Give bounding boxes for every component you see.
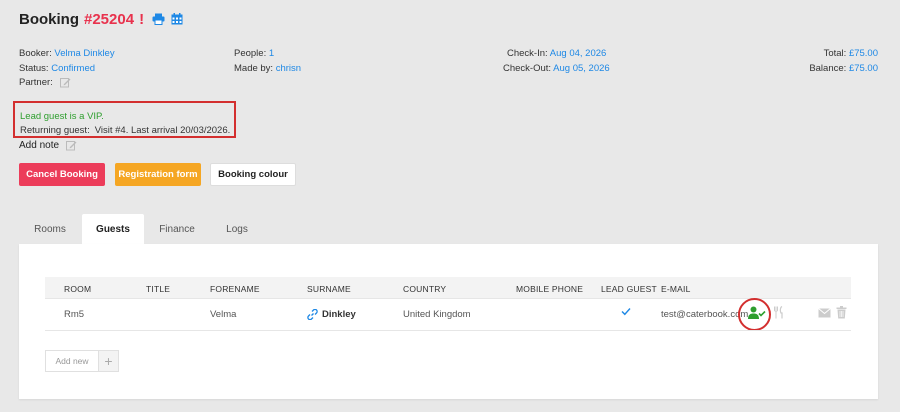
- add-note[interactable]: Add note: [19, 140, 77, 151]
- guest-room: Rm5: [64, 309, 85, 320]
- column-header-surname: SURNAME: [307, 284, 351, 294]
- column-header-forename: FORENAME: [210, 284, 260, 294]
- column-header-title: TITLE: [146, 284, 171, 294]
- column-header-room: ROOM: [64, 284, 92, 294]
- made-by-link[interactable]: chrisn: [276, 63, 301, 74]
- people-info: People: 1: [234, 48, 275, 59]
- page-title: Booking #25204 !: [19, 9, 183, 29]
- trash-icon[interactable]: [836, 306, 847, 322]
- booking-number: #25204: [84, 10, 135, 28]
- returning-guest-info: Returning guest: Visit #4. Last arrival 2…: [20, 125, 231, 136]
- dietary-icon[interactable]: [773, 305, 785, 322]
- guest-email[interactable]: test@caterbook.com: [661, 309, 748, 320]
- edit-note-icon[interactable]: [66, 140, 77, 151]
- column-header-lead-guest: LEAD GUEST: [601, 284, 657, 294]
- page-title-text: Booking: [19, 10, 79, 28]
- vip-notice: Lead guest is a VIP.: [20, 111, 104, 122]
- cancel-booking-button[interactable]: Cancel Booking: [19, 163, 105, 186]
- booker-link[interactable]: Velma Dinkley: [54, 48, 114, 59]
- column-header-country: COUNTRY: [403, 284, 447, 294]
- total-info: Total: £75.00: [823, 48, 878, 59]
- booker-info: Booker: Velma Dinkley: [19, 48, 115, 59]
- tab-logs[interactable]: Logs: [206, 214, 268, 244]
- status-info: Status: Confirmed: [19, 63, 96, 74]
- print-icon[interactable]: [152, 13, 165, 25]
- column-header-email: E-MAIL: [661, 284, 691, 294]
- total-amount[interactable]: £75.00: [849, 48, 878, 59]
- status-link[interactable]: Confirmed: [51, 63, 95, 74]
- balance-amount[interactable]: £75.00: [849, 63, 878, 74]
- lead-guest-check-icon: [621, 307, 631, 319]
- column-header-mobile: MOBILE PHONE: [516, 284, 584, 294]
- email-icon[interactable]: [818, 308, 831, 321]
- edit-partner-icon[interactable]: [59, 77, 71, 88]
- tab-finance[interactable]: Finance: [146, 214, 208, 244]
- link-icon[interactable]: [307, 309, 318, 320]
- guest-surname: Dinkley: [322, 309, 356, 320]
- balance-info: Balance: £75.00: [809, 63, 878, 74]
- add-guest-button[interactable]: +: [98, 350, 119, 372]
- booking-colour-button[interactable]: Booking colour: [210, 163, 296, 186]
- people-count[interactable]: 1: [269, 48, 274, 59]
- calendar-icon[interactable]: [171, 13, 183, 25]
- made-by-info: Made by: chrisn: [234, 63, 302, 74]
- checkin-info: Check-In: Aug 04, 2026: [507, 48, 607, 59]
- guest-surname-cell[interactable]: Dinkley: [307, 309, 356, 320]
- alert-mark: !: [139, 10, 145, 28]
- header-divider: [45, 298, 851, 299]
- checkout-info: Check-Out: Aug 05, 2026: [503, 63, 610, 74]
- registration-form-button[interactable]: Registration form: [115, 163, 201, 186]
- tab-rooms[interactable]: Rooms: [19, 214, 81, 244]
- guest-forename: Velma: [210, 309, 237, 320]
- guest-country: United Kingdom: [403, 309, 471, 320]
- partner-info: Partner:: [19, 77, 71, 88]
- tab-guests[interactable]: Guests: [82, 214, 144, 244]
- checkin-date[interactable]: Aug 04, 2026: [550, 48, 607, 59]
- row-divider: [45, 330, 851, 331]
- checkout-date[interactable]: Aug 05, 2026: [553, 63, 610, 74]
- checkin-highlight-circle: [738, 298, 771, 331]
- add-new-guest-input[interactable]: Add new: [45, 350, 99, 372]
